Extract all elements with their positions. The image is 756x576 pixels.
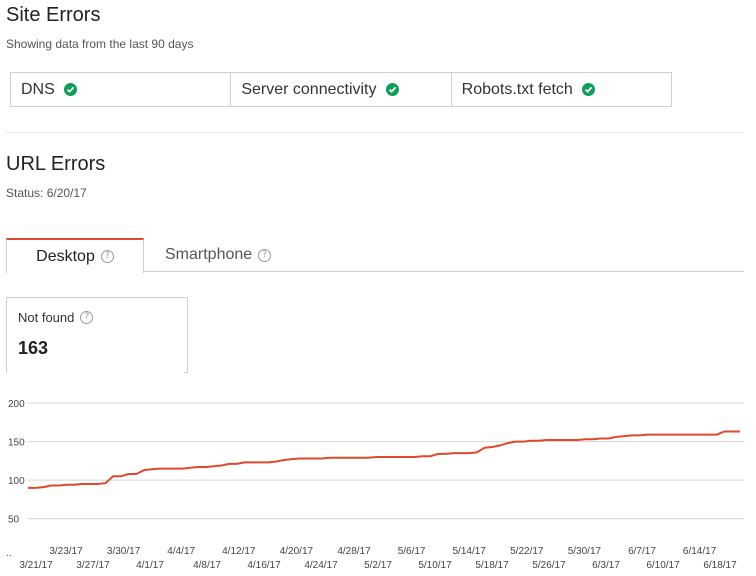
tab-smartphone[interactable]: Smartphone ? [165, 238, 272, 272]
x-tick-label: 6/14/17 [683, 546, 717, 557]
x-tick-label: 6/18/17 [703, 560, 737, 571]
url-errors-title: URL Errors [6, 153, 106, 175]
url-errors-status: Status: 6/20/17 [6, 186, 87, 200]
x-tick-label: 4/8/17 [193, 560, 221, 571]
y-tick-label: 100 [8, 476, 25, 487]
tab-desktop[interactable]: Desktop ? [6, 238, 144, 273]
y-tick-label: 50 [8, 515, 20, 526]
y-tick-label: 150 [8, 438, 25, 449]
x-tick-label: 5/18/17 [475, 560, 509, 571]
metric-label-text: Not found [18, 310, 75, 325]
check-circle-icon [385, 83, 399, 96]
not-found-line-chart: 50 100 150 200.. 3/23/17 3/30/17 4/4/17 4/12/17… [6, 399, 744, 571]
series-line-not-found [28, 430, 740, 489]
check-circle-icon [63, 83, 77, 96]
status-label-dns: DNS [21, 80, 55, 98]
x-tick-label: 3/21/17 [19, 560, 53, 571]
x-tick-label: .. [6, 548, 12, 559]
x-tick-label: 3/30/17 [107, 546, 141, 557]
status-cell-dns: DNS [11, 73, 230, 106]
x-tick-label: 4/20/17 [280, 546, 314, 557]
x-tick-label: 4/24/17 [304, 560, 338, 571]
x-tick-label: 3/27/17 [76, 560, 110, 571]
x-tick-label: 6/10/17 [646, 560, 680, 571]
x-tick-label: 5/30/17 [568, 546, 602, 557]
status-label-robots-fetch: Robots.txt fetch [461, 80, 573, 98]
x-tick-label: 4/4/17 [167, 546, 195, 557]
status-cell-robots-fetch: Robots.txt fetch [450, 73, 671, 106]
section-divider [6, 132, 744, 133]
status-cell-server-connectivity: Server connectivity [230, 73, 450, 106]
help-icon[interactable]: ? [100, 250, 114, 263]
x-tick-label: 4/16/17 [247, 560, 281, 571]
help-icon[interactable]: ? [80, 311, 94, 324]
metric-value: 163 [18, 338, 49, 358]
x-tick-label: 4/12/17 [222, 546, 256, 557]
site-errors-title: Site Errors [6, 4, 101, 26]
x-tick-label: 3/23/17 [49, 546, 83, 557]
site-errors-subtitle: Showing data from the last 90 days [6, 37, 194, 51]
metric-label: Not found ? [18, 310, 94, 325]
help-icon[interactable]: ? [258, 248, 272, 262]
metric-card-not-found[interactable]: Not found ? 163 [6, 297, 188, 373]
site-errors-status-box: DNS Server connectivity Robots.txt fetch [10, 72, 672, 107]
x-tick-label: 5/26/17 [532, 560, 566, 571]
x-tick-label: 5/10/17 [418, 560, 452, 571]
x-tick-label: 4/28/17 [337, 546, 371, 557]
y-tick-label: 200 [8, 399, 25, 410]
x-tick-label: 4/1/17 [136, 560, 164, 571]
x-tick-label: 6/7/17 [628, 546, 656, 557]
x-tick-label: 5/6/17 [398, 546, 426, 557]
x-tick-label: 5/2/17 [364, 560, 392, 571]
check-circle-icon [581, 83, 595, 96]
x-tick-label: 5/22/17 [510, 546, 544, 557]
x-tick-label: 5/14/17 [453, 546, 487, 557]
tab-desktop-label: Desktop [36, 247, 95, 265]
status-label-server-connectivity: Server connectivity [241, 80, 377, 98]
tab-smartphone-label: Smartphone [165, 246, 253, 263]
x-tick-label: 6/3/17 [592, 560, 620, 571]
